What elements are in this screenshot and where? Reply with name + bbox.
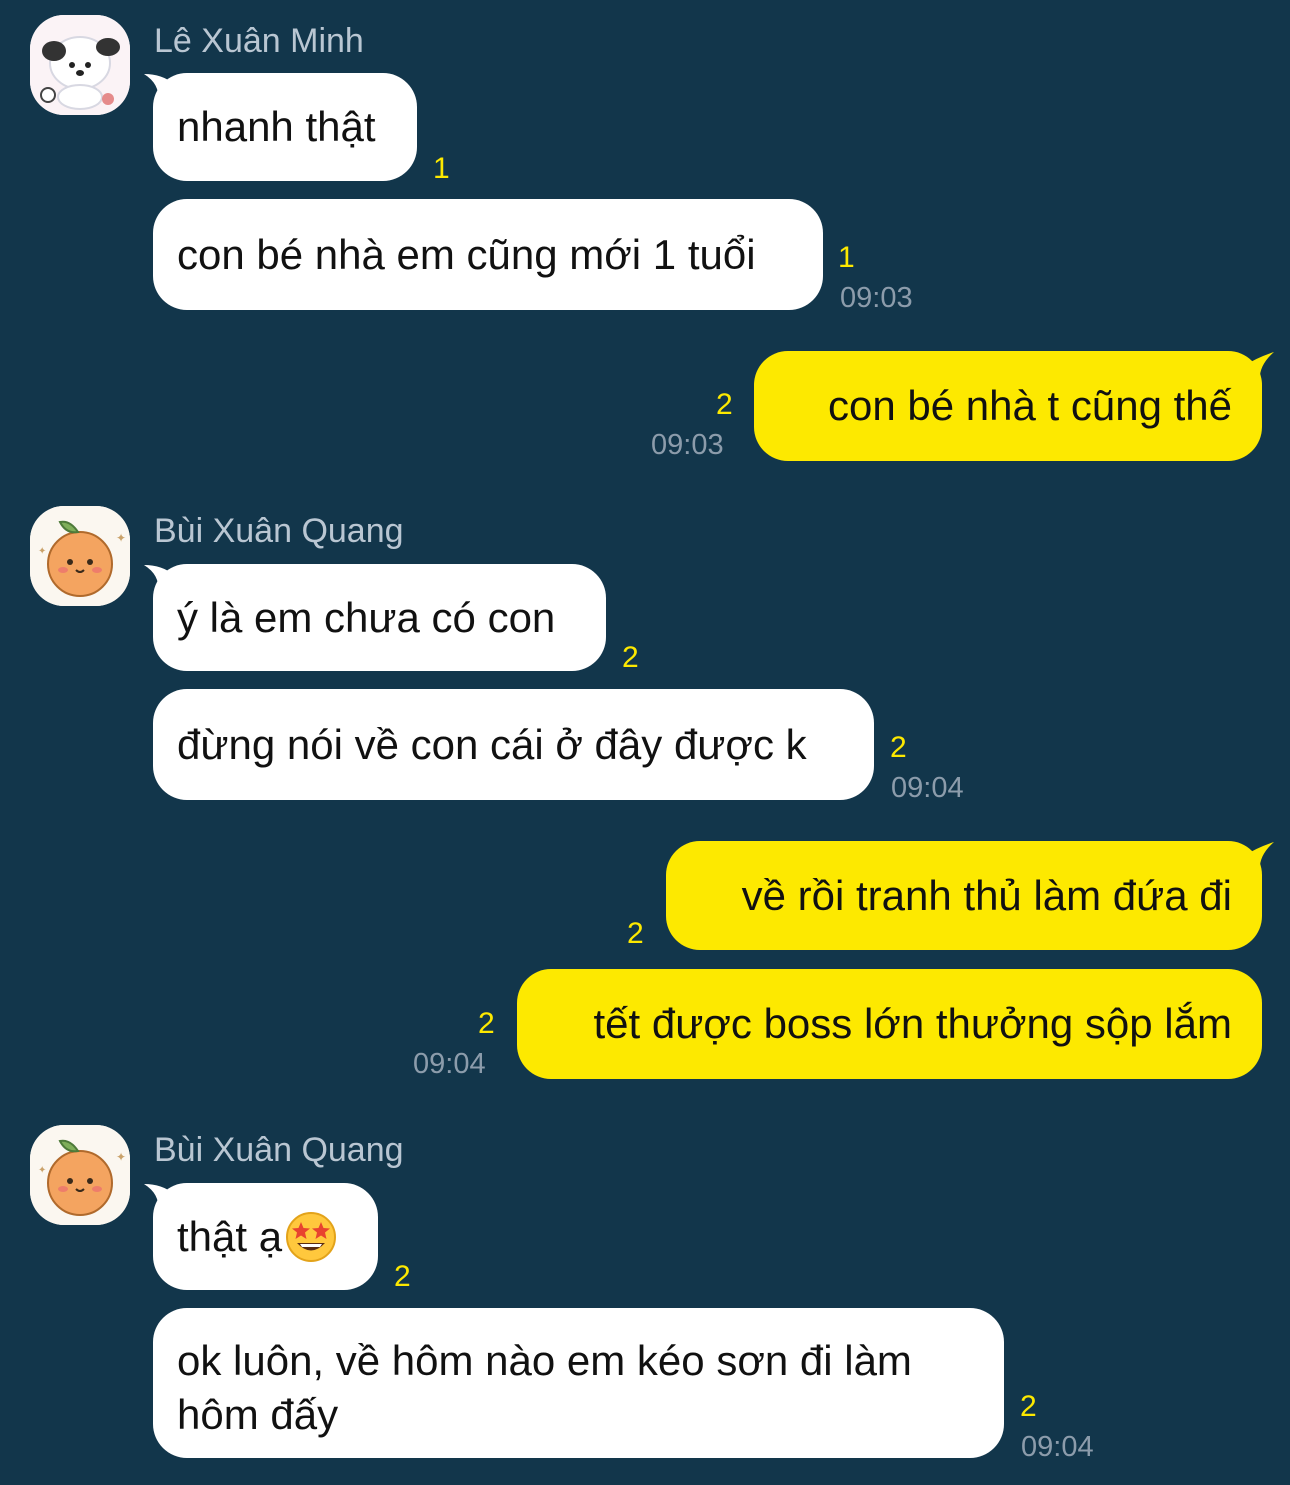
message-bubble[interactable]: thật ạ	[153, 1183, 378, 1290]
message-bubble[interactable]: nhanh thật	[153, 73, 417, 181]
message-text: nhanh thật	[177, 103, 376, 150]
svg-text:✦: ✦	[116, 1150, 126, 1164]
message-text: tết được boss lớn thưởng sộp lắm	[593, 1000, 1232, 1047]
message-text: ý là em chưa có con	[177, 593, 556, 641]
message-text: đừng nói về con cái ở đây được k	[177, 720, 807, 768]
timestamp: 09:03	[840, 282, 913, 314]
orange-avatar-icon: ✦ ✦	[30, 506, 130, 606]
message-bubble[interactable]: con bé nhà em cũng mới 1 tuổi	[153, 199, 823, 310]
unread-count: 2	[716, 388, 733, 421]
unread-count: 2	[627, 917, 644, 950]
message-text: về rồi tranh thủ làm đứa đi	[741, 871, 1232, 919]
timestamp: 09:04	[413, 1048, 486, 1080]
unread-count: 1	[433, 152, 450, 185]
message-text: con bé nhà em cũng mới 1 tuổi	[177, 230, 756, 278]
dog-avatar-icon	[30, 15, 130, 115]
unread-count: 2	[478, 1007, 495, 1040]
unread-count: 1	[838, 241, 855, 274]
bubble-tail	[1244, 352, 1274, 382]
message-bubble[interactable]: tết được boss lớn thưởng sộp lắm	[517, 969, 1262, 1079]
unread-count: 2	[890, 731, 907, 764]
avatar[interactable]	[30, 15, 130, 115]
message-text: thật ạ	[177, 1212, 283, 1260]
svg-text:✦: ✦	[38, 1165, 46, 1176]
message-bubble[interactable]: về rồi tranh thủ làm đứa đi	[666, 841, 1262, 950]
sender-name: Lê Xuân Minh	[154, 22, 364, 60]
timestamp: 09:03	[651, 429, 724, 461]
message-bubble[interactable]: con bé nhà t cũng thế	[754, 351, 1262, 461]
unread-count: 2	[394, 1260, 411, 1293]
chat-screen: { "chat": { "sender1": { "name": "Lê Xuâ…	[0, 0, 1290, 1485]
message-bubble[interactable]: đừng nói về con cái ở đây được k	[153, 689, 874, 800]
message-text: con bé nhà t cũng thế	[828, 382, 1232, 429]
svg-text:✦: ✦	[38, 546, 46, 557]
unread-count: 2	[1020, 1390, 1037, 1423]
star-struck-emoji-icon	[286, 1211, 337, 1262]
unread-count: 2	[622, 641, 639, 674]
timestamp: 09:04	[1021, 1431, 1094, 1463]
svg-text:✦: ✦	[116, 531, 126, 545]
sender-name: Bùi Xuân Quang	[154, 512, 404, 550]
orange-avatar-icon: ✦ ✦	[30, 1125, 130, 1225]
bubble-tail	[1244, 842, 1274, 872]
avatar[interactable]: ✦ ✦	[30, 1125, 130, 1225]
timestamp: 09:04	[891, 772, 964, 804]
message-bubble[interactable]: ok luôn, về hôm nào em kéo sơn đi làm hô…	[153, 1308, 1004, 1458]
message-text: ok luôn, về hôm nào em kéo sơn đi làm hô…	[177, 1337, 912, 1438]
avatar[interactable]: ✦ ✦	[30, 506, 130, 606]
sender-name: Bùi Xuân Quang	[154, 1131, 404, 1169]
message-bubble[interactable]: ý là em chưa có con	[153, 564, 606, 671]
